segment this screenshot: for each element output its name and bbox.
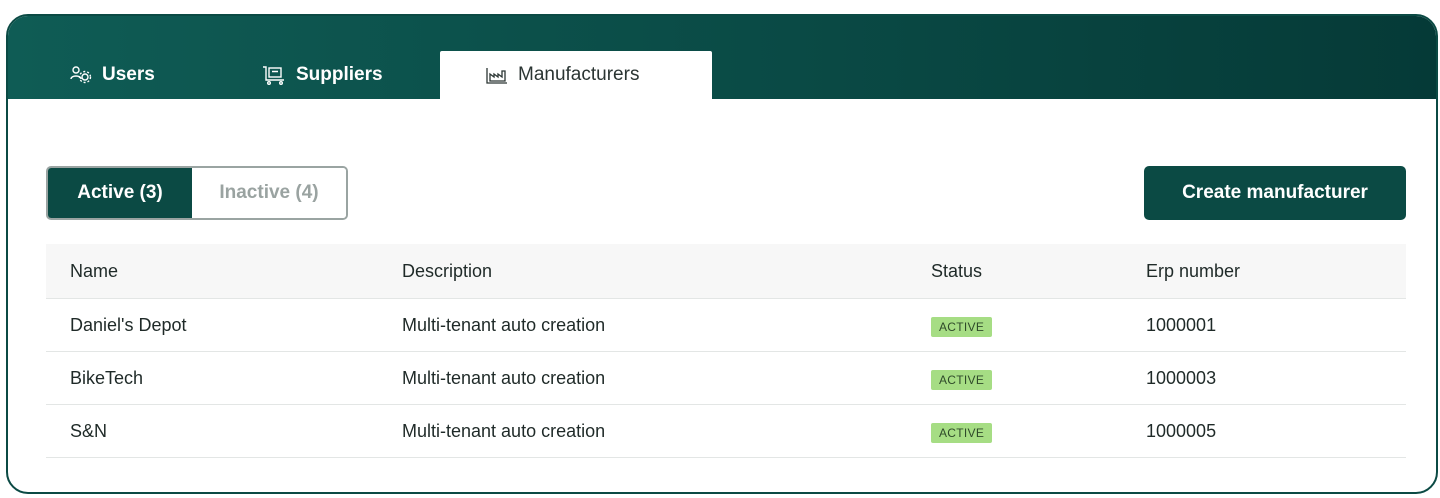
column-header-erp-number[interactable]: Erp number: [1146, 244, 1240, 298]
status-filter-toggle: Active (3) Inactive (4): [46, 166, 348, 220]
cell-erp-number: 1000001: [1146, 314, 1217, 335]
column-header-description[interactable]: Description: [402, 244, 492, 298]
column-header-name[interactable]: Name: [70, 244, 118, 298]
table-row[interactable]: Daniel's Depot Multi-tenant auto creatio…: [46, 299, 1406, 352]
cell-description: Multi-tenant auto creation: [402, 420, 606, 441]
app-frame: Users Suppliers Manufacturers Active (3)…: [6, 14, 1438, 494]
tab-users-label: Users: [102, 64, 155, 85]
cell-name: BikeTech: [70, 367, 144, 388]
filter-active-button[interactable]: Active (3): [48, 168, 192, 218]
tab-suppliers[interactable]: Suppliers: [262, 51, 383, 99]
cell-status: ACTIVE: [931, 405, 993, 457]
factory-icon: [486, 66, 508, 84]
tab-bar: Users Suppliers Manufacturers: [8, 16, 1436, 99]
cell-name: S&N: [70, 420, 108, 441]
cell-name: Daniel's Depot: [70, 314, 187, 335]
cell-erp-number: 1000005: [1146, 420, 1217, 441]
filter-inactive-button[interactable]: Inactive (4): [192, 168, 346, 218]
table-row[interactable]: S&N Multi-tenant auto creation ACTIVE 10…: [46, 405, 1406, 458]
tab-users[interactable]: Users: [70, 51, 155, 99]
column-header-status[interactable]: Status: [931, 244, 982, 298]
tab-suppliers-label: Suppliers: [296, 64, 383, 85]
status-badge: ACTIVE: [931, 370, 993, 390]
status-badge: ACTIVE: [931, 317, 993, 337]
tab-manufacturers[interactable]: Manufacturers: [440, 51, 712, 99]
cell-erp-number: 1000003: [1146, 367, 1217, 388]
status-badge: ACTIVE: [931, 423, 993, 443]
cell-description: Multi-tenant auto creation: [402, 367, 606, 388]
tab-manufacturers-label: Manufacturers: [518, 64, 640, 85]
manufacturers-table: Name Description Status Erp number Danie…: [46, 244, 1406, 458]
cell-status: ACTIVE: [931, 352, 993, 404]
cell-status: ACTIVE: [931, 299, 993, 351]
users-gear-icon: [70, 65, 92, 85]
cell-description: Multi-tenant auto creation: [402, 314, 606, 335]
create-manufacturer-button[interactable]: Create manufacturer: [1144, 166, 1406, 220]
supplier-icon: [262, 65, 286, 85]
table-header-row: Name Description Status Erp number: [46, 244, 1406, 299]
table-row[interactable]: BikeTech Multi-tenant auto creation ACTI…: [46, 352, 1406, 405]
